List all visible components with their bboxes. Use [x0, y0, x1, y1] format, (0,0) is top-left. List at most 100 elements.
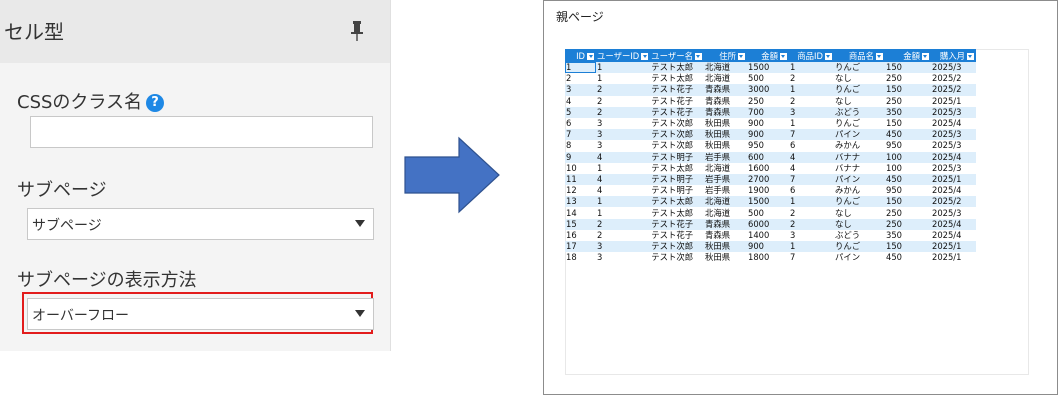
table-cell[interactable]: ぶどう: [833, 106, 885, 118]
table-cell[interactable]: 2025/1: [931, 252, 976, 263]
column-header[interactable]: 住所: [703, 49, 747, 62]
table-cell[interactable]: テスト花子: [650, 218, 704, 230]
table-cell[interactable]: 2025/2: [930, 84, 976, 96]
column-header[interactable]: ユーザーID: [596, 49, 651, 62]
table-row[interactable]: 17 3 テスト次郎 秋田県 900 1 りんご 150 2025/1: [565, 241, 976, 253]
table-cell[interactable]: 2: [565, 73, 596, 84]
table-cell[interactable]: テスト次郎: [650, 241, 704, 253]
table-cell[interactable]: 北海道: [703, 62, 747, 74]
table-cell[interactable]: 150: [885, 118, 931, 129]
table-row[interactable]: 18 3 テスト次郎 秋田県 1800 7 パイン 450 2025/1: [565, 252, 976, 263]
subpage-select[interactable]: サブページ: [27, 208, 374, 240]
table-row[interactable]: 15 2 テスト花子 青森県 6000 2 なし 250 2025/4: [565, 218, 976, 230]
table-cell[interactable]: 4: [596, 151, 651, 163]
table-cell[interactable]: りんご: [834, 118, 885, 129]
table-cell[interactable]: 250: [747, 96, 789, 107]
table-cell[interactable]: 500: [747, 207, 789, 218]
table-cell[interactable]: 1: [596, 62, 651, 74]
subpage-display-method-select[interactable]: オーバーフロー: [27, 298, 374, 330]
table-cell[interactable]: テスト明子: [650, 151, 704, 163]
table-cell[interactable]: 450: [884, 173, 931, 186]
table-cell[interactable]: 岩手県: [703, 151, 747, 163]
table-cell[interactable]: テスト花子: [650, 84, 704, 96]
table-cell[interactable]: 4: [788, 151, 834, 163]
table-row[interactable]: 11 4 テスト明子 岩手県 2700 7 パイン 450 2025/1: [565, 173, 976, 186]
pin-icon[interactable]: [350, 20, 364, 42]
table-cell[interactable]: 2: [596, 96, 650, 107]
table-cell[interactable]: 2025/3: [931, 140, 976, 151]
table-cell[interactable]: 青森県: [704, 230, 747, 241]
filter-dropdown-icon[interactable]: [875, 52, 883, 60]
table-cell[interactable]: テスト太郎: [650, 62, 704, 74]
css-class-input[interactable]: [30, 116, 373, 148]
table-cell[interactable]: パイン: [833, 173, 885, 186]
table-cell[interactable]: 2: [596, 218, 651, 230]
table-cell[interactable]: 2025/4: [931, 118, 976, 129]
table-cell[interactable]: 2: [788, 218, 834, 230]
table-row[interactable]: 5 2 テスト花子 青森県 700 3 ぶどう 350 2025/3: [565, 106, 976, 118]
table-cell[interactable]: 150: [884, 196, 931, 208]
table-cell[interactable]: 1: [596, 73, 650, 84]
column-header[interactable]: 金額: [746, 49, 789, 62]
table-cell[interactable]: 6: [565, 118, 596, 129]
table-cell[interactable]: バナナ: [834, 163, 885, 174]
table-cell[interactable]: 8: [565, 140, 596, 151]
table-cell[interactable]: テスト花子: [650, 106, 704, 118]
table-cell[interactable]: 500: [747, 73, 789, 84]
table-cell[interactable]: 1: [565, 62, 596, 74]
table-row[interactable]: 2 1 テスト太郎 北海道 500 2 なし 250 2025/2: [565, 73, 976, 84]
filter-dropdown-icon[interactable]: [641, 52, 649, 60]
table-cell[interactable]: 1: [596, 207, 650, 218]
table-cell[interactable]: 1900: [747, 185, 789, 196]
table-cell[interactable]: 18: [565, 252, 596, 263]
table-cell[interactable]: 3000: [746, 84, 789, 96]
table-cell[interactable]: 5: [565, 106, 596, 118]
table-cell[interactable]: 7: [788, 129, 834, 141]
table-cell[interactable]: 350: [885, 230, 931, 241]
table-cell[interactable]: 青森県: [704, 96, 747, 107]
table-cell[interactable]: 150: [884, 241, 931, 253]
table-cell[interactable]: 青森県: [703, 106, 747, 118]
table-row[interactable]: 7 3 テスト次郎 秋田県 900 7 パイン 450 2025/3: [565, 129, 976, 141]
table-cell[interactable]: テスト花子: [650, 96, 704, 107]
filter-dropdown-icon[interactable]: [587, 52, 594, 60]
table-cell[interactable]: 岩手県: [703, 173, 747, 186]
table-cell[interactable]: 250: [885, 96, 931, 107]
table-cell[interactable]: テスト次郎: [650, 252, 704, 263]
table-cell[interactable]: なし: [833, 218, 885, 230]
table-row[interactable]: 3 2 テスト花子 青森県 3000 1 りんご 150 2025/2: [565, 84, 976, 96]
table-cell[interactable]: みかん: [834, 185, 885, 196]
table-cell[interactable]: 2025/4: [931, 185, 976, 196]
filter-dropdown-icon[interactable]: [921, 52, 929, 60]
table-cell[interactable]: 14: [565, 207, 596, 218]
table-cell[interactable]: 2025/3: [931, 163, 976, 174]
table-cell[interactable]: パイン: [833, 129, 885, 141]
filter-dropdown-icon[interactable]: [966, 52, 974, 60]
table-cell[interactable]: りんご: [833, 84, 885, 96]
table-cell[interactable]: 2: [596, 230, 650, 241]
table-cell[interactable]: テスト次郎: [650, 129, 704, 141]
table-cell[interactable]: 2025/2: [931, 73, 976, 84]
question-circle-icon[interactable]: ?: [146, 94, 165, 112]
table-cell[interactable]: テスト太郎: [650, 196, 704, 208]
table-cell[interactable]: 北海道: [703, 196, 747, 208]
column-header[interactable]: 金額: [884, 49, 931, 62]
table-cell[interactable]: 3: [789, 230, 834, 241]
table-cell[interactable]: 13: [565, 196, 596, 208]
table-cell[interactable]: 4: [596, 185, 650, 196]
table-cell[interactable]: 2025/1: [931, 96, 976, 107]
table-cell[interactable]: 北海道: [704, 73, 747, 84]
table-cell[interactable]: 2025/2: [930, 196, 976, 208]
table-cell[interactable]: 2025/1: [930, 173, 976, 186]
table-cell[interactable]: 700: [746, 106, 789, 118]
table-cell[interactable]: 250: [885, 207, 931, 218]
table-cell[interactable]: 3: [565, 84, 596, 96]
table-cell[interactable]: テスト太郎: [650, 73, 704, 84]
table-cell[interactable]: 4: [596, 173, 651, 186]
table-cell[interactable]: 1: [596, 196, 651, 208]
table-cell[interactable]: 900: [746, 129, 789, 141]
table-row[interactable]: 16 2 テスト花子 青森県 1400 3 ぶどう 350 2025/4: [565, 230, 976, 241]
table-cell[interactable]: 450: [885, 252, 931, 263]
table-cell[interactable]: 2025/4: [930, 151, 976, 163]
table-cell[interactable]: なし: [834, 207, 885, 218]
